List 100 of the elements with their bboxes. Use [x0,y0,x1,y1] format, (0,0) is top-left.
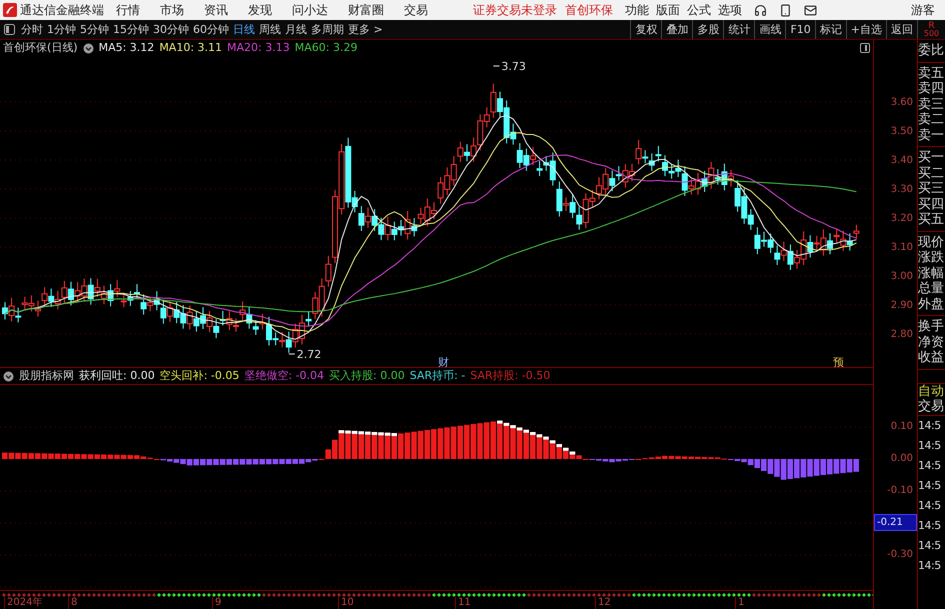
menu-item[interactable]: 行情 [116,3,140,17]
price-axis-label: 3.40 [890,154,913,168]
login-status[interactable]: 证券交易未登录 [473,3,557,17]
quote-field-label: 卖三 [918,96,945,112]
chart-title: 首创环保(日线) [3,40,78,56]
trade-time: 14:5 [918,558,942,574]
price-axis-label: 3.10 [890,241,913,255]
indicator-axis-label: 0.10 [890,420,913,434]
indicator-legend: 坚绝做空: -0.04 [244,368,324,384]
quote-field-label: 买二 [918,166,945,181]
period-tab[interactable]: 分时 [21,23,43,36]
auto-label[interactable]: 自动 [918,384,945,399]
quote-field-label: 委比 [918,43,945,58]
corner-value: 500 [924,30,940,38]
quote-field-label: 卖二 [918,112,945,128]
price-axis-label: 3.00 [890,270,913,284]
corner-label: R [928,22,935,30]
toolbar-button[interactable]: 复权 [630,20,662,39]
period-tab[interactable]: 月线 [285,23,307,36]
price-axis-label: 2.90 [890,299,913,313]
quote-field-label: 涨跌 [918,250,945,266]
stock-name: 首创环保 [565,3,613,17]
quote-field-label: 买五 [918,212,945,228]
indicator-axis-label: 0.00 [890,452,913,466]
price-axis-label: 3.20 [890,212,913,226]
period-tab[interactable]: 30分钟 [153,23,189,36]
toolbar-button[interactable]: 叠加 [661,20,692,39]
period-tab[interactable]: 多周期 [311,23,344,36]
menu-item[interactable]: 版面 [656,3,680,17]
toolbar-button[interactable]: 标记 [814,20,846,39]
menu-item[interactable]: 问小达 [292,3,328,17]
quote-field-label: 买四 [918,196,945,212]
date-label: 11 [455,597,471,609]
panel-icon[interactable] [860,43,870,53]
low-price-label: 2.72 [288,348,322,361]
date-label: 2024年 [4,597,42,609]
toolbar-button[interactable]: +自选 [846,20,886,39]
date-label: 9 [212,597,222,609]
high-price-label: 3.73 [492,60,526,73]
indicator-legend: SAR持股: -0.50 [470,368,550,384]
quote-field-label: 外盘 [918,296,945,312]
indicator-legend: 获利回吐: 0.00 [79,368,155,384]
menu-item[interactable]: 财富圈 [348,3,384,17]
period-tab[interactable]: 15分钟 [113,23,149,36]
ma-legend: MA5: 3.12 [98,40,154,56]
period-tab[interactable]: 5分钟 [80,23,109,36]
period-tab[interactable]: 60分钟 [193,23,229,36]
indicator-legend: 空头回补: -0.05 [160,368,240,384]
trade-time: 14:5 [918,458,942,474]
trade-label: 交易 [918,399,945,416]
price-axis-label: 3.60 [890,96,913,110]
trade-time: 14:5 [918,518,942,534]
trade-time: 14:5 [918,538,942,554]
menu-item[interactable]: 选项 [718,3,742,17]
period-tab[interactable]: 1分钟 [47,23,76,36]
user-label[interactable]: 游客 [911,3,935,17]
menu-item[interactable]: 资讯 [204,3,228,17]
menu-item[interactable]: 公式 [687,3,711,17]
price-axis-label: 3.30 [890,183,913,197]
event-marker[interactable]: 财 [438,356,449,368]
trade-time: 14:5 [918,438,942,454]
quote-field-label: 总量 [918,281,945,296]
date-label: 1 [735,597,744,609]
menu-item[interactable]: 市场 [160,3,184,17]
quote-field-label: 净资 [918,334,945,350]
mail-icon[interactable] [804,4,817,16]
period-tab[interactable]: 周线 [259,23,281,36]
phone-icon[interactable] [779,4,792,16]
toolbar-button[interactable]: 多股 [692,20,724,39]
chevron-circle-icon[interactable] [82,42,94,54]
ma-legend: MA60: 3.29 [294,40,358,56]
quote-field-label: 买三 [918,181,945,196]
toolbar-button[interactable]: 返回 [886,20,917,39]
headset-icon[interactable] [754,4,767,16]
chevron-circle-icon[interactable] [3,370,14,382]
price-axis-label: 3.50 [890,125,913,139]
date-label: 10 [338,597,354,609]
menu-item[interactable]: 交易 [404,3,428,17]
period-tab[interactable]: 日线 [233,23,255,36]
toolbar-button[interactable]: 统计 [723,20,754,39]
trade-time: 14:5 [918,418,942,434]
toolbar-button[interactable]: 画线 [754,20,786,39]
indicator-legend: 买入持股: 0.00 [329,368,405,384]
panel-toggle-icon[interactable] [4,24,15,35]
toolbar-button[interactable]: F10 [785,20,815,39]
menu-item[interactable]: 发现 [248,3,272,17]
indicator-axis-label: -0.30 [887,548,913,562]
period-tab[interactable]: 更多 > [348,23,383,36]
ma-legend: MA10: 3.11 [159,40,222,56]
quote-field-label: 收益 [918,350,945,366]
quote-field-label: 卖五 [918,66,945,81]
menu-item[interactable]: 功能 [625,3,649,17]
price-axis-label: 2.80 [890,328,913,342]
indicator-axis-label: -0.10 [887,484,913,498]
indicator-source: 股朋指标网 [19,368,74,384]
app-logo-icon [3,3,17,17]
trade-time: 14:5 [918,478,942,494]
quote-field-label: 现价 [918,234,945,250]
event-marker[interactable]: 预 [833,356,844,368]
quote-field-label: 卖四 [918,81,945,96]
